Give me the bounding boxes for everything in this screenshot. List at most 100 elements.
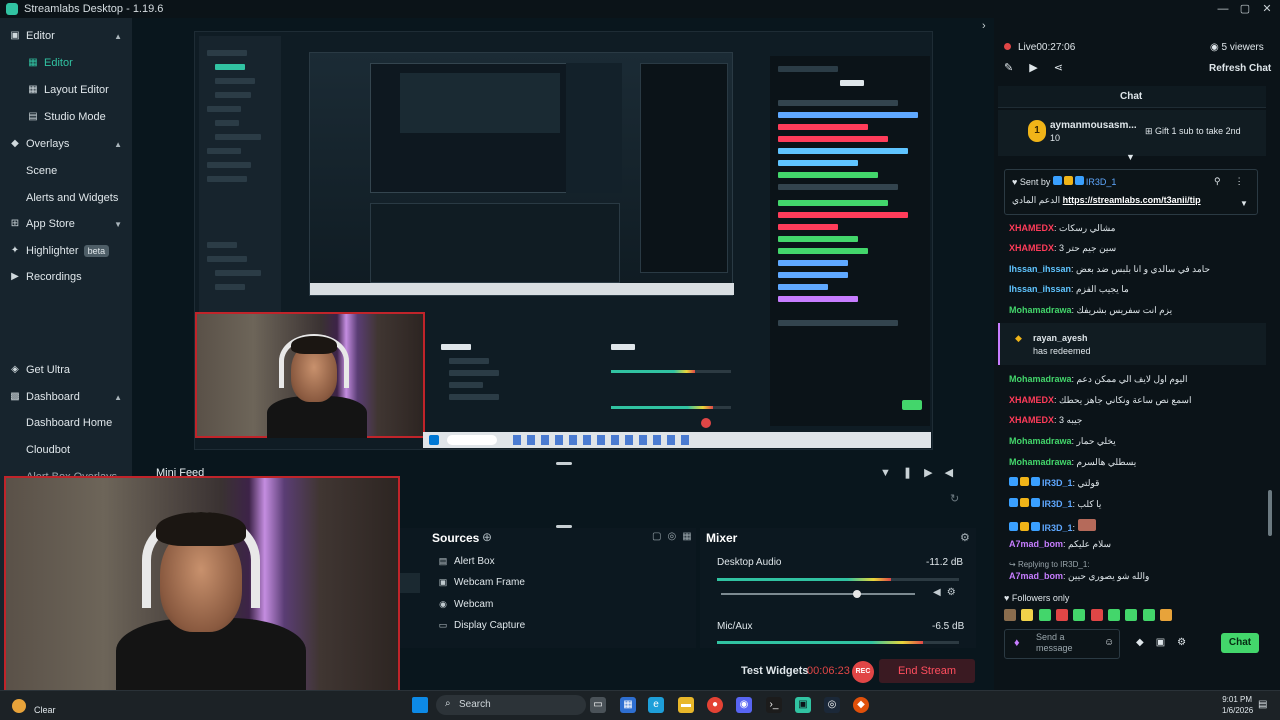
refresh-feed-icon[interactable]: ↻ <box>950 492 959 505</box>
mixer-settings-icon[interactable]: ⚙ <box>960 531 970 544</box>
slow-mode-icon[interactable]: ▣ <box>1156 637 1177 648</box>
weather-label: Clear <box>34 705 56 715</box>
emote-icon[interactable] <box>1056 609 1069 621</box>
chat-scrollbar[interactable] <box>1268 490 1272 536</box>
emote-icon[interactable] <box>1142 609 1155 621</box>
file-explorer-icon[interactable]: ▬ <box>678 697 694 713</box>
chat-message[interactable]: IR3D_1: <box>1009 519 1098 533</box>
source-label: Webcam <box>454 598 494 610</box>
ea-icon[interactable]: ◆ <box>853 697 869 713</box>
volume-knob[interactable] <box>853 590 861 598</box>
streamlabs-icon[interactable]: ▣ <box>795 697 811 713</box>
volume-icon[interactable]: ◀ <box>945 467 965 479</box>
app-icon[interactable]: ▦ <box>620 697 636 713</box>
link-icon[interactable]: ◎ <box>667 531 682 542</box>
test-widgets-button[interactable]: Test Widgets <box>741 665 809 677</box>
maximize-button[interactable]: ▢ <box>1237 2 1253 16</box>
emoji-icon[interactable]: ☺ <box>1104 637 1114 648</box>
task-view-icon[interactable]: ▭ <box>590 697 606 713</box>
source-item-alert-box[interactable]: ▤ Alert Box <box>438 551 495 571</box>
emote-icon[interactable] <box>1160 609 1173 621</box>
folder-icon[interactable]: ▢ <box>652 531 667 542</box>
settings-icon[interactable]: ⚙ <box>1177 637 1198 648</box>
sidebar-item-studio-mode[interactable]: ▤ Studio Mode <box>0 105 132 129</box>
delete-icon[interactable]: ▦ <box>682 531 697 542</box>
edge-icon[interactable]: e <box>648 697 664 713</box>
end-stream-button[interactable]: End Stream <box>879 659 975 683</box>
chevron-down-icon[interactable]: ▼ <box>1240 199 1248 208</box>
chat-send-button[interactable]: Chat <box>1221 633 1259 653</box>
chat-message[interactable]: XHAMEDX: جيبه 3 <box>1009 415 1082 426</box>
chat-message[interactable]: IR3D_1: قولتي <box>1009 477 1099 489</box>
studio-mode-icon: ▤ <box>28 111 38 122</box>
edit-icon[interactable]: ✎ <box>1004 62 1029 74</box>
close-button[interactable]: ✕ <box>1259 2 1275 16</box>
filter-icon[interactable]: ▼ <box>880 467 903 479</box>
sidebar-item-get-ultra[interactable]: ◈ Get Ultra <box>0 358 132 382</box>
sidebar-item-dashboard[interactable]: ▩ Dashboard ▲ <box>0 385 132 409</box>
chat-message[interactable]: Mohamadrawa: اليوم اول لايف الي ممكن دعم <box>1009 374 1188 385</box>
emote-icon[interactable] <box>1108 609 1121 621</box>
chat-message[interactable]: A7mad_bom: والله شو يصوري حيين <box>1009 571 1149 582</box>
source-item-webcam-frame[interactable]: ▣ Webcam Frame <box>438 572 525 592</box>
sidebar-item-editor[interactable]: ▦ Editor <box>0 51 132 75</box>
chat-message[interactable]: IR3D_1: يا كلب <box>1009 498 1101 510</box>
sidebar-item-overlays[interactable]: ◆ Overlays ▲ <box>0 132 132 156</box>
points-icon[interactable]: ♦ <box>1014 637 1020 649</box>
pinned-link[interactable]: https://streamlabs.com/t3anii/tip <box>1063 195 1201 205</box>
discord-icon[interactable]: ◉ <box>736 697 752 713</box>
chat-message[interactable]: Ihssan_ihssan: حامد في سالدي و انا بلبس … <box>1009 264 1210 275</box>
sidebar-item-highlighter[interactable]: ✦ Highlighter beta <box>0 239 132 263</box>
chat-message[interactable]: Mohamadrawa: يزم انت سفريس بشريفك <box>1009 305 1172 316</box>
emote-icon[interactable] <box>1038 609 1051 621</box>
skip-icon[interactable]: ▶ <box>924 467 944 479</box>
sidebar-item-editor-group[interactable]: ▣ Editor ▲ <box>0 24 132 48</box>
chat-message[interactable]: A7mad_bom: سلام عليكم <box>1009 539 1111 550</box>
chat-message[interactable]: Ihssan_ihssan: ما يجيب الفزم <box>1009 284 1129 295</box>
popout-icon[interactable]: ▶ <box>1029 62 1053 74</box>
sidebar-item-dashboard-home[interactable]: Dashboard Home <box>0 411 132 435</box>
sidebar-item-scene[interactable]: Scene <box>0 159 132 183</box>
steam-icon[interactable]: ◎ <box>824 697 840 713</box>
speaker-icon[interactable]: ◀ <box>933 587 947 598</box>
pause-icon[interactable]: ❚ <box>903 467 924 479</box>
emote-icon[interactable] <box>1073 609 1086 621</box>
chat-message[interactable]: Mohamadrawa: يسطلي هالسرم <box>1009 457 1136 468</box>
resize-handle-icon[interactable] <box>556 462 572 465</box>
sidebar-item-layout-editor[interactable]: ▦ Layout Editor <box>0 78 132 102</box>
start-icon[interactable] <box>412 697 428 713</box>
sidebar-item-app-store[interactable]: ⊞ App Store ▼ <box>0 212 132 236</box>
bits-icon[interactable]: ◆ <box>1136 637 1156 648</box>
unpin-icon[interactable]: ⚲ <box>1214 176 1235 186</box>
sidebar-item-alerts-widgets[interactable]: Alerts and Widgets <box>0 186 132 210</box>
desktop-volume-slider[interactable] <box>721 590 915 598</box>
more-icon[interactable]: ⋮ <box>1235 176 1258 186</box>
source-item-webcam[interactable]: ◉ Webcam <box>438 594 493 614</box>
refresh-chat-button[interactable]: Refresh Chat <box>1209 63 1271 74</box>
share-icon[interactable]: ⋖ <box>1054 62 1079 74</box>
collapse-chat-icon[interactable]: › <box>982 20 986 32</box>
emote-icon[interactable] <box>1125 609 1138 621</box>
add-source-icon[interactable]: ⊕ <box>482 530 492 544</box>
notifications-icon[interactable]: ▤ <box>1258 699 1267 710</box>
chat-message[interactable]: XHAMEDX: اسمع نص ساعة ونكاني جاهز يحطك <box>1009 395 1191 406</box>
chat-message[interactable]: XHAMEDX: سين جيم حتر 3 <box>1009 243 1116 254</box>
minimize-button[interactable]: — <box>1215 2 1231 16</box>
source-item-display-capture[interactable]: ▭ Display Capture <box>438 615 525 635</box>
chat-username: Ihssan_ihssan <box>1009 264 1072 274</box>
emote-icon[interactable] <box>1004 609 1016 621</box>
chrome-icon[interactable]: ● <box>707 697 723 713</box>
chat-message[interactable]: XHAMEDX: مشالي رسكات <box>1009 223 1115 234</box>
mic-meter-fill <box>717 641 923 644</box>
emote-icon[interactable] <box>1021 609 1034 621</box>
record-button[interactable]: REC <box>852 661 874 683</box>
sidebar-item-recordings[interactable]: ▶ Recordings <box>0 265 132 289</box>
gear-icon[interactable]: ⚙ <box>947 587 962 598</box>
stream-preview[interactable] <box>194 31 933 450</box>
chat-message[interactable]: Mohamadrawa: يخلي حمار <box>1009 436 1116 447</box>
weather-icon[interactable] <box>12 699 26 713</box>
sidebar-item-cloudbot[interactable]: Cloudbot <box>0 438 132 462</box>
scroll-down-icon[interactable]: ▼ <box>1126 152 1135 162</box>
emote-icon[interactable] <box>1090 609 1103 621</box>
terminal-icon[interactable]: ›_ <box>766 697 782 713</box>
